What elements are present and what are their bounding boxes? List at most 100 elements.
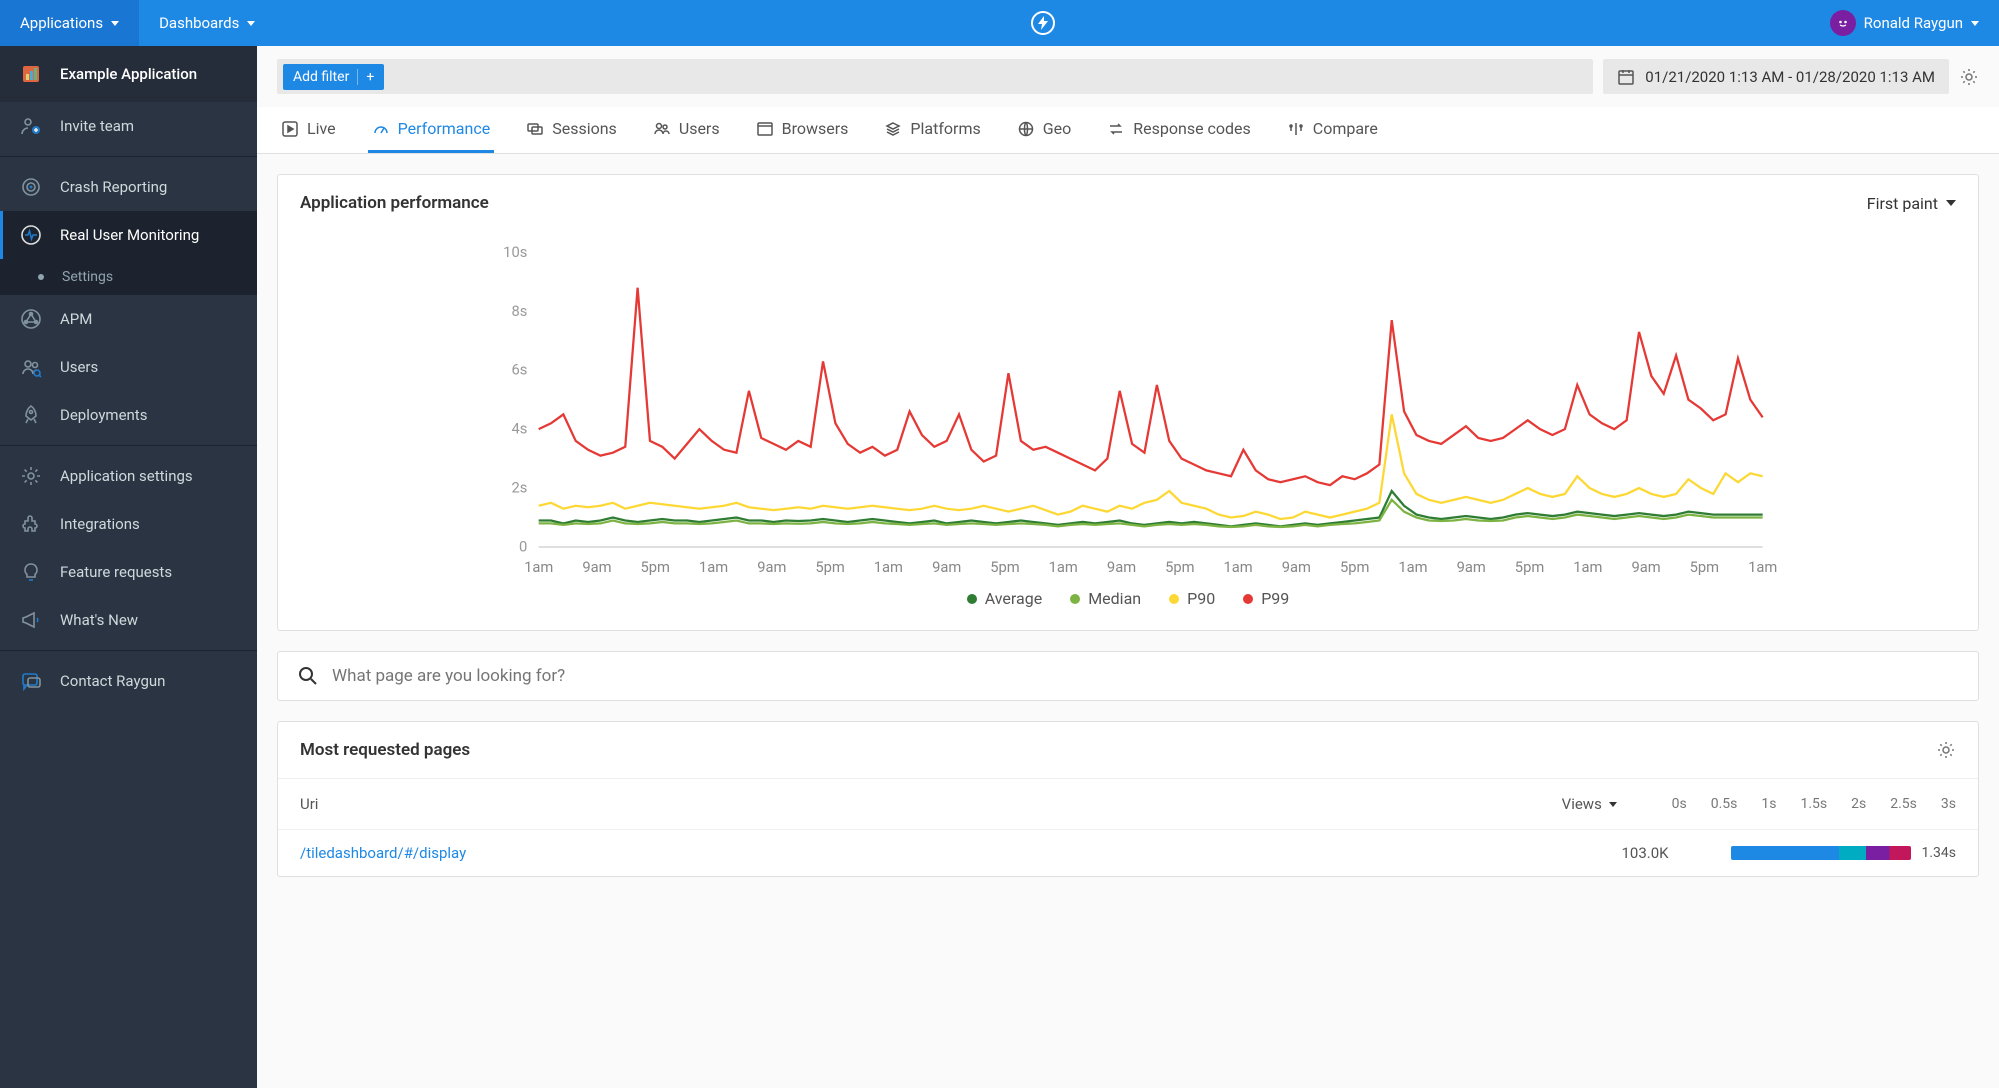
- legend-p90[interactable]: P90: [1169, 589, 1215, 608]
- sidebar-item-label: What's New: [60, 611, 138, 629]
- chevron-down-icon: [1946, 200, 1956, 206]
- svg-text:5pm: 5pm: [1690, 558, 1719, 576]
- sidebar-item-label: Contact Raygun: [60, 672, 165, 690]
- nav-applications-label: Applications: [20, 14, 103, 32]
- svg-text:1am: 1am: [699, 558, 728, 576]
- svg-text:9am: 9am: [1282, 558, 1311, 576]
- puzzle-icon: [20, 513, 42, 535]
- sidebar-deployments[interactable]: Deployments: [0, 391, 257, 439]
- tab-geo[interactable]: Geo: [1013, 107, 1076, 153]
- user-name: Ronald Raygun: [1864, 14, 1963, 32]
- chart-legend: Average Median P90 P99: [300, 585, 1956, 608]
- sidebar-item-label: Feature requests: [60, 563, 172, 581]
- svg-text:9am: 9am: [1457, 558, 1486, 576]
- settings-gear-button[interactable]: [1959, 67, 1979, 87]
- sidebar-whats-new[interactable]: What's New: [0, 596, 257, 644]
- table-row[interactable]: /tiledashboard/#/display 103.0K 1.34s: [278, 829, 1978, 876]
- sidebar-app-settings[interactable]: Application settings: [0, 452, 257, 500]
- sidebar-item-label: Application settings: [60, 467, 193, 485]
- tab-platforms[interactable]: Platforms: [880, 107, 984, 153]
- page-search-input[interactable]: [332, 666, 1958, 686]
- sidebar-item-label: Crash Reporting: [60, 178, 167, 196]
- tab-browsers[interactable]: Browsers: [752, 107, 853, 153]
- sidebar-item-label: Invite team: [60, 117, 134, 135]
- users-icon: [653, 120, 671, 138]
- chevron-down-icon: [111, 21, 119, 26]
- tab-label: Users: [679, 119, 720, 138]
- sidebar: Example Application Invite team Crash Re…: [0, 46, 257, 1088]
- add-filter-button[interactable]: Add filter +: [283, 64, 384, 90]
- add-filter-label: Add filter: [293, 69, 349, 85]
- date-range-picker[interactable]: 01/21/2020 1:13 AM - 01/28/2020 1:13 AM: [1603, 59, 1949, 94]
- tab-sessions[interactable]: Sessions: [522, 107, 621, 153]
- legend-median[interactable]: Median: [1070, 589, 1141, 608]
- panel-title: Most requested pages: [300, 740, 470, 760]
- target-icon: [20, 176, 42, 198]
- sidebar-rum-settings[interactable]: Settings: [0, 259, 257, 295]
- page-search[interactable]: [277, 651, 1979, 701]
- chevron-down-icon: [1971, 21, 1979, 26]
- globe-icon: [1017, 120, 1035, 138]
- sidebar-item-label: Deployments: [60, 406, 147, 424]
- svg-text:2s: 2s: [511, 479, 527, 497]
- row-uri: /tiledashboard/#/display: [300, 844, 1621, 862]
- tab-users[interactable]: Users: [649, 107, 724, 153]
- filter-area[interactable]: Add filter +: [277, 59, 1593, 94]
- invite-icon: [20, 115, 42, 137]
- tab-performance[interactable]: Performance: [368, 107, 495, 153]
- nav-applications[interactable]: Applications: [0, 0, 139, 46]
- panel-settings-button[interactable]: [1936, 740, 1956, 760]
- tab-response-codes[interactable]: Response codes: [1103, 107, 1255, 153]
- tab-compare[interactable]: Compare: [1283, 107, 1382, 153]
- layers-icon: [884, 120, 902, 138]
- logo[interactable]: [1011, 0, 1075, 46]
- sidebar-contact[interactable]: Contact Raygun: [0, 657, 257, 705]
- main-content: Add filter + 01/21/2020 1:13 AM - 01/28/…: [257, 46, 1999, 1088]
- sidebar-rum[interactable]: Real User Monitoring: [0, 211, 257, 259]
- col-views[interactable]: Views: [1562, 795, 1652, 813]
- svg-text:9am: 9am: [1107, 558, 1136, 576]
- metric-dropdown[interactable]: First paint: [1867, 194, 1956, 213]
- sessions-icon: [526, 120, 544, 138]
- tab-label: Sessions: [552, 119, 617, 138]
- megaphone-icon: [20, 609, 42, 631]
- date-range-label: 01/21/2020 1:13 AM - 01/28/2020 1:13 AM: [1645, 68, 1935, 86]
- sidebar-invite-team[interactable]: Invite team: [0, 102, 257, 150]
- legend-average[interactable]: Average: [967, 589, 1042, 608]
- svg-text:1am: 1am: [1573, 558, 1602, 576]
- line-chart: 02s4s6s8s10s1am9am5pm1am9am5pm1am9am5pm1…: [300, 241, 1956, 581]
- svg-text:6s: 6s: [511, 361, 527, 379]
- svg-text:5pm: 5pm: [990, 558, 1019, 576]
- svg-text:5pm: 5pm: [641, 558, 670, 576]
- gear-icon: [20, 465, 42, 487]
- sidebar-crash-reporting[interactable]: Crash Reporting: [0, 163, 257, 211]
- svg-text:5pm: 5pm: [1165, 558, 1194, 576]
- col-uri[interactable]: Uri: [300, 795, 1562, 813]
- svg-text:1am: 1am: [1748, 558, 1777, 576]
- svg-text:5pm: 5pm: [1515, 558, 1544, 576]
- sidebar-users[interactable]: Users: [0, 343, 257, 391]
- search-icon: [298, 666, 318, 686]
- topbar: Applications Dashboards Ronald Raygun: [0, 0, 1999, 46]
- svg-text:9am: 9am: [582, 558, 611, 576]
- sidebar-feature-requests[interactable]: Feature requests: [0, 548, 257, 596]
- user-menu[interactable]: Ronald Raygun: [1810, 0, 1999, 46]
- metric-label: First paint: [1867, 194, 1938, 213]
- performance-chart-panel: Application performance First paint 02s4…: [277, 174, 1979, 631]
- table-header: Uri Views 0s0.5s1s1.5s2s2.5s3s: [278, 778, 1978, 829]
- pulse-icon: [20, 224, 42, 246]
- sidebar-apm[interactable]: APM: [0, 295, 257, 343]
- most-requested-panel: Most requested pages Uri Views 0s0.5s1s1…: [277, 721, 1979, 877]
- sidebar-app-title[interactable]: Example Application: [0, 46, 257, 102]
- compare-icon: [1287, 120, 1305, 138]
- sidebar-item-label: Users: [60, 358, 98, 376]
- legend-p99[interactable]: P99: [1243, 589, 1289, 608]
- sidebar-integrations[interactable]: Integrations: [0, 500, 257, 548]
- gauge-icon: [372, 120, 390, 138]
- sidebar-item-label: Real User Monitoring: [60, 226, 199, 244]
- tab-live[interactable]: Live: [277, 107, 340, 153]
- app-name-label: Example Application: [60, 65, 197, 83]
- nav-dashboards[interactable]: Dashboards: [139, 0, 275, 46]
- bolt-icon: [1031, 11, 1055, 35]
- browser-icon: [756, 120, 774, 138]
